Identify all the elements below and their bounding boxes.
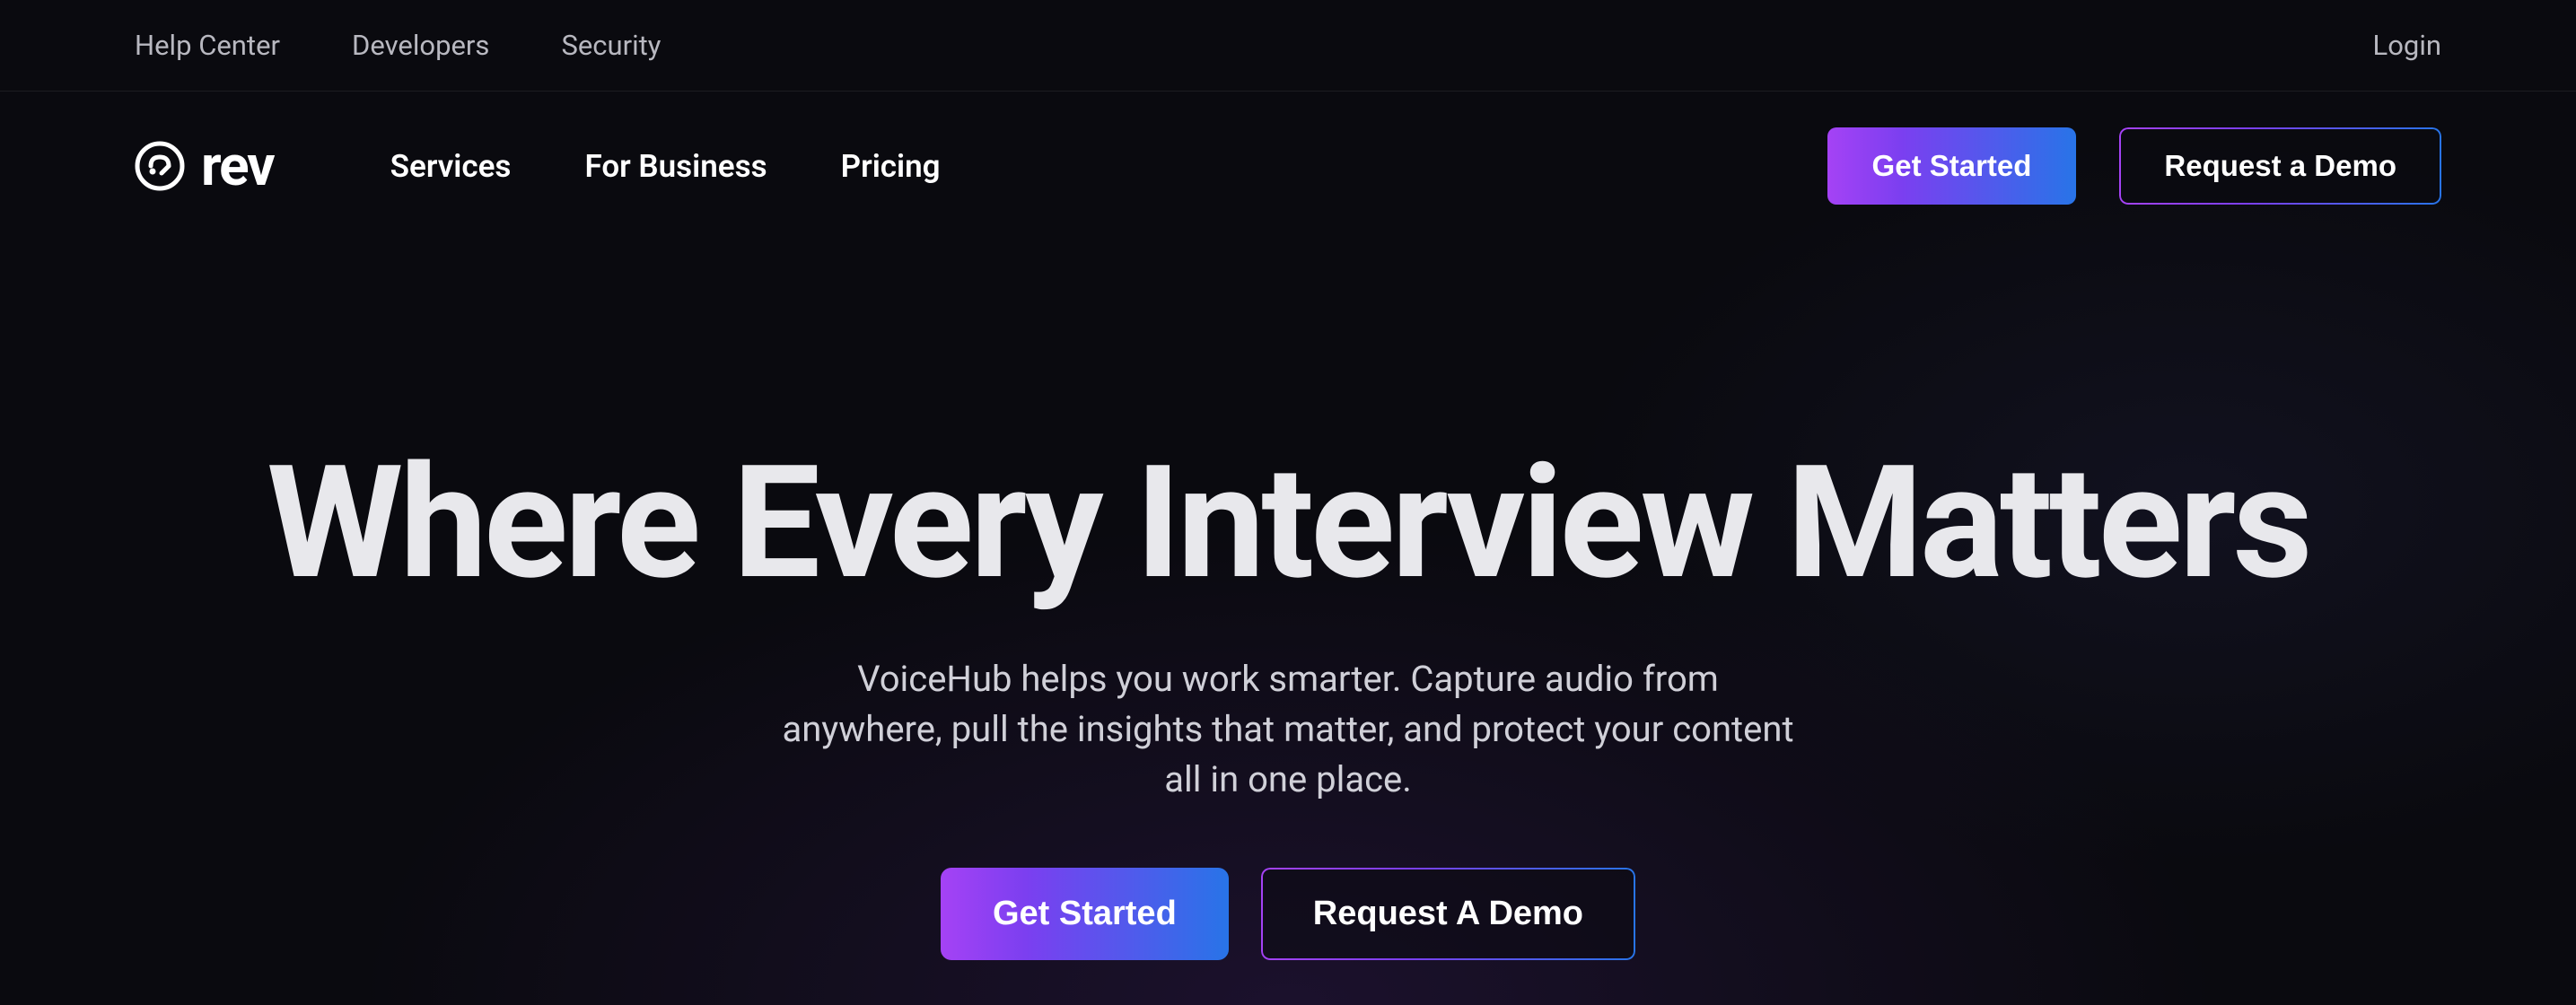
hero-buttons-group: Get Started Request A Demo bbox=[135, 868, 2441, 960]
nav-business-link[interactable]: For Business bbox=[584, 148, 767, 185]
main-navigation: rev Services For Business Pricing Get St… bbox=[0, 92, 2576, 240]
security-link[interactable]: Security bbox=[561, 29, 661, 62]
brand-logo[interactable]: rev bbox=[135, 134, 274, 199]
nav-get-started-button[interactable]: Get Started bbox=[1827, 127, 2077, 205]
login-link[interactable]: Login bbox=[2373, 29, 2441, 62]
nav-buttons-group: Get Started Request a Demo bbox=[1827, 127, 2441, 205]
top-links-group: Help Center Developers Security bbox=[135, 29, 661, 62]
rev-logo-icon bbox=[135, 141, 185, 191]
help-center-link[interactable]: Help Center bbox=[135, 29, 280, 62]
hero-title: Where Every Interview Matters bbox=[135, 438, 2441, 609]
hero-subtitle: VoiceHub helps you work smarter. Capture… bbox=[776, 654, 1800, 805]
nav-services-link[interactable]: Services bbox=[390, 148, 512, 185]
nav-left-group: rev Services For Business Pricing bbox=[135, 134, 941, 199]
nav-request-demo-button[interactable]: Request a Demo bbox=[2119, 127, 2441, 205]
hero-request-demo-button[interactable]: Request A Demo bbox=[1261, 868, 1635, 960]
top-utility-bar: Help Center Developers Security Login bbox=[0, 0, 2576, 92]
brand-name: rev bbox=[201, 134, 274, 199]
nav-pricing-link[interactable]: Pricing bbox=[841, 148, 941, 185]
nav-links-group: Services For Business Pricing bbox=[390, 148, 941, 185]
developers-link[interactable]: Developers bbox=[352, 29, 489, 62]
hero-section: Where Every Interview Matters VoiceHub h… bbox=[0, 240, 2576, 960]
hero-get-started-button[interactable]: Get Started bbox=[941, 868, 1229, 960]
